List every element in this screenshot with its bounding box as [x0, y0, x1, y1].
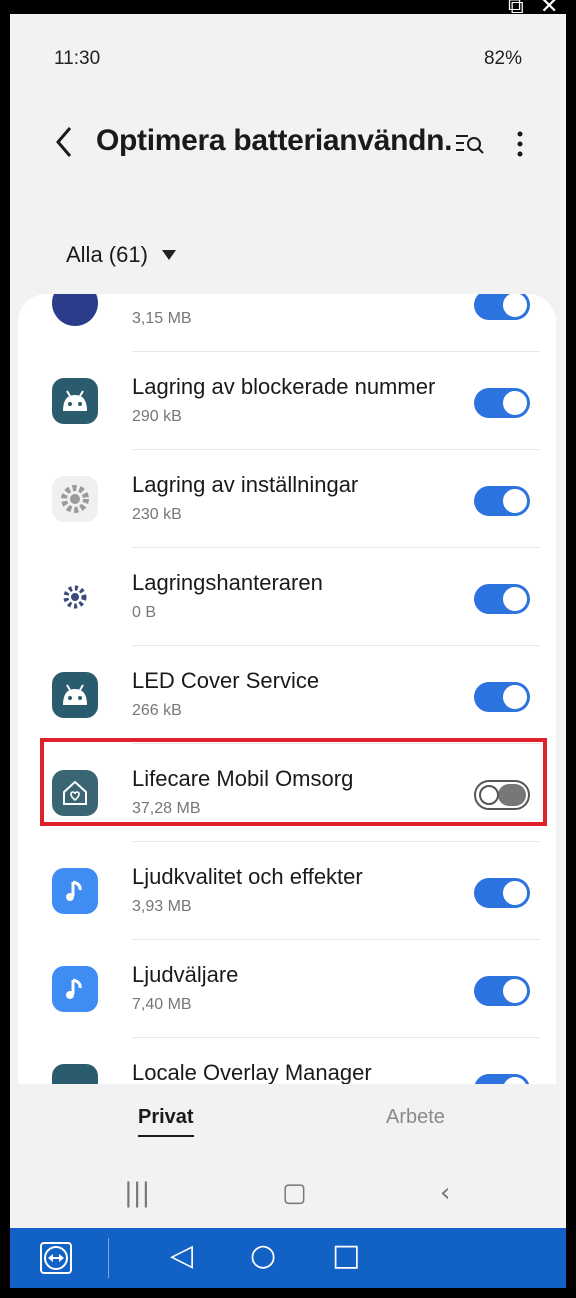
status-time: 11:30 [54, 48, 101, 69]
recent-apps-icon[interactable]: ||| [124, 1178, 150, 1208]
tab-underline [138, 1135, 194, 1137]
battery-toggle[interactable] [474, 976, 530, 1006]
battery-toggle[interactable] [474, 584, 530, 614]
tab-private[interactable]: Privat [138, 1106, 194, 1137]
remote-recents-icon[interactable]: □ [332, 1238, 360, 1273]
android-app-icon [52, 672, 98, 718]
window-frame-top: ⧉ ✕ [0, 0, 576, 19]
tab-work-label: Arbete [386, 1106, 445, 1128]
filter-label: Alla (61) [66, 242, 148, 267]
music-note-icon [52, 868, 98, 914]
app-size: 230 kB [132, 506, 182, 523]
page-title: Optimera batterianvändn. [96, 124, 453, 157]
list-item[interactable]: Ljudväljare 7,40 MB [18, 940, 556, 1038]
highlight-frame [40, 738, 547, 826]
app-size: 3,93 MB [132, 898, 192, 915]
separator [108, 1238, 109, 1278]
list-item[interactable]: LED Cover Service 266 kB [18, 646, 556, 744]
tab-work[interactable]: Arbete [386, 1106, 445, 1129]
music-note-icon [52, 966, 98, 1012]
remote-home-icon[interactable]: ○ [250, 1238, 276, 1273]
app-size: 7,40 MB [132, 996, 192, 1013]
app-size: 290 kB [132, 408, 182, 425]
app-bar: Optimera batterianvändn. [10, 114, 566, 174]
android-app-icon [52, 294, 98, 326]
list-item[interactable]: Lagringshanteraren 0 B [18, 548, 556, 646]
app-name: Ljudväljare [132, 962, 239, 987]
battery-percentage: 82% [483, 48, 522, 69]
back-icon[interactable]: ‹ [440, 1178, 450, 1208]
battery-toggle[interactable] [474, 1074, 530, 1084]
battery-toggle[interactable] [474, 486, 530, 516]
filter-dropdown[interactable]: Alla (61) [66, 242, 176, 268]
battery-toggle[interactable] [474, 682, 530, 712]
list-item[interactable]: Ljudkvalitet och effekter 3,93 MB [18, 842, 556, 940]
back-arrow-icon[interactable] [50, 124, 78, 160]
app-name: Lagring av inställningar [132, 472, 359, 497]
profile-tabs: Privat Arbete [10, 1084, 566, 1154]
gear-icon [52, 574, 98, 620]
list-item[interactable]: Lagring av blockerade nummer 290 kB [18, 352, 556, 450]
gear-icon [52, 476, 98, 522]
window-frame-left [0, 0, 10, 1298]
home-icon[interactable]: ▢ [282, 1178, 307, 1208]
remote-control-bar: ◁ ○ □ [10, 1228, 566, 1288]
list-item[interactable]: Lagring av inställningar 230 kB [18, 450, 556, 548]
list-item[interactable]: 3,15 MB [18, 294, 556, 352]
teamviewer-logo-icon[interactable] [40, 1242, 72, 1274]
remote-back-icon[interactable]: ◁ [170, 1238, 193, 1273]
app-size: 266 kB [132, 702, 182, 719]
battery-toggle[interactable] [474, 878, 530, 908]
app-name: LED Cover Service [132, 668, 320, 693]
window-frame-bottom [0, 1288, 576, 1298]
app-size: 3,15 MB [132, 310, 192, 327]
more-options-icon[interactable] [510, 126, 530, 162]
app-name: Locale Overlay Manager [132, 1060, 372, 1084]
system-navigation: ||| ▢ ‹ [10, 1158, 566, 1228]
android-app-icon [52, 378, 98, 424]
phone-screen: 11:30 82% Optimera batterianvändn. Alla … [10, 14, 566, 1228]
android-app-icon [52, 1064, 98, 1084]
app-size: 0 B [132, 604, 157, 621]
battery-toggle[interactable] [474, 294, 530, 320]
list-item[interactable]: Locale Overlay Manager [18, 1038, 556, 1084]
caret-down-icon [161, 250, 176, 260]
app-name: Ljudkvalitet och effekter [132, 864, 363, 889]
app-name: Lagringshanteraren [132, 570, 323, 595]
app-list: 3,15 MB Lagring av blockerade nummer 290… [18, 294, 556, 1084]
search-list-icon[interactable] [454, 130, 486, 158]
app-name: Lagring av blockerade nummer [132, 374, 436, 399]
window-frame-right [566, 0, 576, 1298]
tab-private-label: Privat [138, 1106, 194, 1128]
battery-toggle[interactable] [474, 388, 530, 418]
status-bar: 11:30 82% [10, 14, 566, 74]
